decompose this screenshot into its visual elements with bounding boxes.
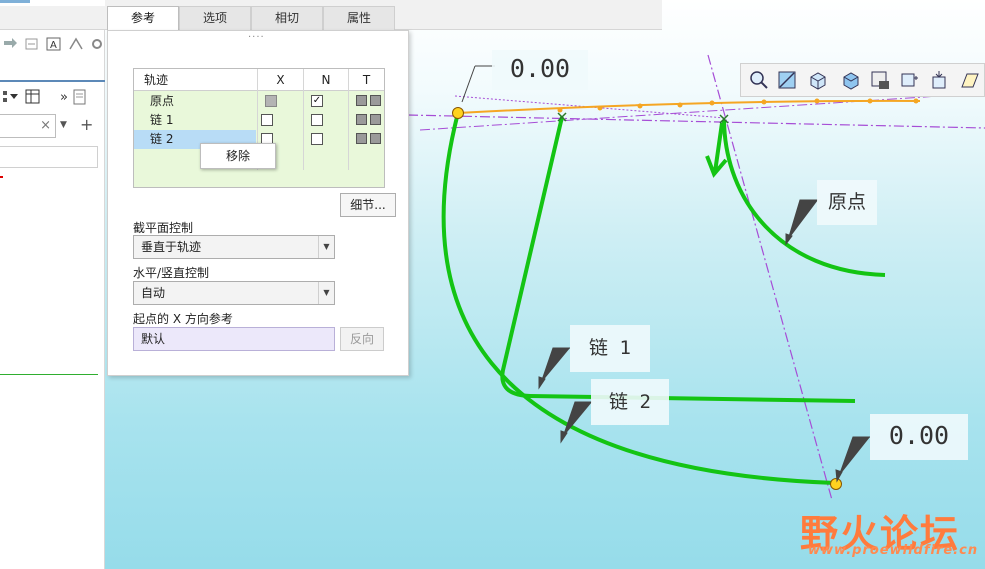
col-trajectory: 轨迹 [144, 73, 169, 87]
document-icon[interactable] [73, 89, 87, 105]
row-name: 链 1 [150, 113, 174, 127]
col-x: X [257, 69, 303, 91]
select-value: 自动 [141, 286, 166, 300]
svg-text:A: A [50, 40, 57, 51]
references-panel: ···· 轨迹 X N T 原点 ✓ 链 1 链 2 细节... 截平面控制 垂… [107, 30, 409, 376]
datum-axis-horizontal [407, 114, 985, 129]
panel-grip[interactable]: ···· [248, 32, 265, 43]
label-chain-1[interactable]: 链 1 [570, 325, 650, 372]
end-point-bottom [830, 478, 842, 490]
saved-views-icon[interactable] [840, 69, 862, 91]
display-style-icon[interactable] [807, 69, 829, 91]
x-checkbox[interactable] [265, 95, 277, 107]
regenerate-icon[interactable] [24, 37, 40, 51]
dimension-bottom[interactable]: 0.00 [870, 414, 968, 460]
t-square[interactable] [356, 95, 367, 106]
section-control-label: 截平面控制 [133, 221, 194, 235]
table-row-origin[interactable]: 原点 ✓ [134, 92, 384, 111]
details-button[interactable]: 细节... [340, 193, 396, 217]
chevron-down-icon[interactable]: ▼ [318, 236, 334, 258]
col-n: N [303, 69, 348, 91]
more-chevron[interactable]: » [60, 90, 68, 105]
model-tree-toolbar: » [0, 86, 105, 108]
tree-item-box[interactable] [0, 146, 98, 168]
x-checkbox[interactable] [261, 114, 273, 126]
gear-icon[interactable] [90, 37, 104, 51]
t-square[interactable] [370, 114, 381, 125]
top-strip-highlight [0, 0, 30, 3]
search-dropdown-icon[interactable]: ▼ [60, 120, 67, 130]
tree-filter-icon[interactable] [2, 89, 20, 105]
context-menu-remove[interactable]: 移除 [200, 143, 276, 169]
datum-plane-display-icon[interactable] [958, 69, 980, 91]
tree-search-input[interactable]: × [0, 114, 56, 138]
hv-control-select[interactable]: 自动 ▼ [133, 281, 335, 305]
n-checkbox[interactable] [311, 114, 323, 126]
origin-highlight-curve [457, 99, 921, 114]
flip-button[interactable]: 反向 [340, 327, 384, 351]
section-control-select[interactable]: 垂直于轨迹 ▼ [133, 235, 335, 259]
t-square[interactable] [370, 133, 381, 144]
n-checkbox[interactable]: ✓ [311, 95, 323, 107]
t-square[interactable] [356, 133, 367, 144]
row-name: 原点 [150, 94, 175, 108]
view-manager-icon[interactable] [869, 69, 891, 91]
clear-icon[interactable]: × [40, 118, 51, 133]
model-tree-panel: A » × ▼ + [0, 30, 105, 569]
red-marker [0, 176, 3, 178]
col-t: T [348, 69, 384, 91]
dimension-top[interactable]: 0.00 [492, 50, 588, 90]
add-icon[interactable]: + [80, 115, 93, 134]
tab-properties[interactable]: 属性 [323, 6, 395, 30]
x-ref-label: 起点的 X 方向参考 [133, 312, 233, 326]
watermark-url: www.proewildfire.cn [808, 543, 979, 558]
text-icon[interactable]: A [46, 37, 62, 51]
chevron-down-icon[interactable]: ▼ [318, 282, 334, 304]
label-origin[interactable]: 原点 [817, 180, 877, 225]
hv-control-label: 水平/竖直控制 [133, 266, 210, 280]
tab-references[interactable]: 参考 [107, 6, 179, 30]
trajectory-table[interactable]: 轨迹 X N T 原点 ✓ 链 1 链 2 [133, 68, 385, 188]
perspective-icon[interactable] [898, 69, 920, 91]
start-point-top [452, 107, 464, 119]
format-icon[interactable] [68, 37, 84, 51]
left-panel-separator [0, 80, 105, 82]
tab-tangency[interactable]: 相切 [251, 6, 323, 30]
t-square[interactable] [356, 114, 367, 125]
tab-options[interactable]: 选项 [179, 6, 251, 30]
refit-icon[interactable] [776, 69, 798, 91]
tree-columns-icon[interactable] [25, 89, 41, 105]
select-value: 垂直于轨迹 [141, 240, 202, 254]
n-checkbox[interactable] [311, 133, 323, 145]
table-row-chain-1[interactable]: 链 1 [134, 111, 384, 130]
dashboard-tab-bar: 参考 选项 相切 属性 [0, 0, 662, 30]
insert-here-line [0, 374, 98, 375]
left-toolbar-row: A [0, 32, 105, 56]
graphics-toolbar [740, 63, 985, 97]
x-ref-field[interactable]: 默认 [133, 327, 335, 351]
top-strip [0, 0, 105, 6]
arrow-icon[interactable] [2, 37, 18, 51]
label-chain-2[interactable]: 链 2 [591, 379, 669, 425]
annotation-display-icon[interactable] [928, 69, 950, 91]
t-square[interactable] [370, 95, 381, 106]
trajectory-table-header: 轨迹 X N T [134, 69, 384, 91]
zoom-icon[interactable] [748, 69, 770, 91]
